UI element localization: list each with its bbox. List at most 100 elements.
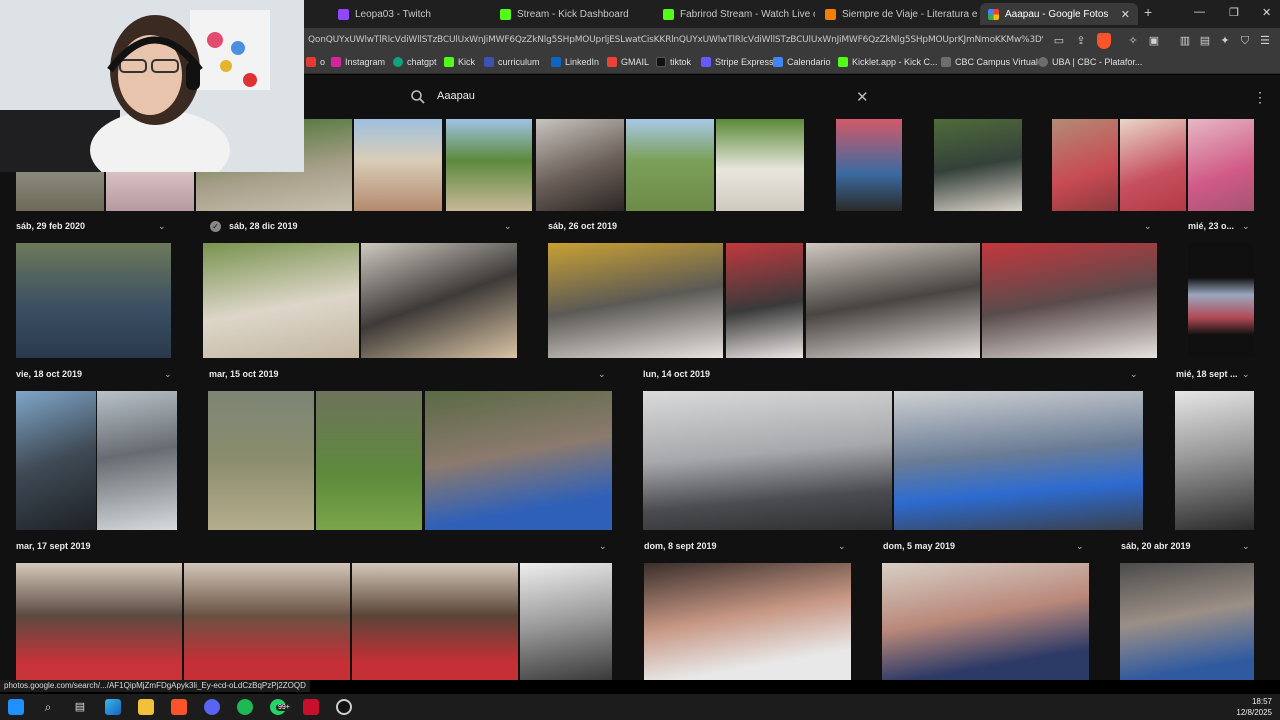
photo[interactable] — [352, 563, 518, 680]
photo[interactable] — [97, 391, 177, 530]
search-bar[interactable]: Aaapau ✕ — [400, 82, 880, 112]
bookmark-kick[interactable]: Kick — [444, 57, 475, 67]
search-query[interactable]: Aaapau — [437, 90, 475, 102]
chevron-down-icon[interactable]: ⌄ — [1242, 369, 1250, 380]
photo[interactable] — [1052, 119, 1118, 211]
chevron-down-icon[interactable]: ⌄ — [504, 221, 512, 232]
photo[interactable] — [16, 171, 104, 211]
leo-ai-icon[interactable]: ✦ — [1218, 34, 1232, 48]
chevron-down-icon[interactable]: ⌄ — [838, 541, 846, 552]
reading-list-icon[interactable]: ▤ — [1198, 34, 1212, 48]
photo[interactable] — [894, 391, 1143, 530]
bookmark-kicklet[interactable]: Kicklet.app - Kick C... — [838, 57, 938, 67]
photo[interactable] — [16, 243, 171, 358]
photo[interactable] — [548, 243, 723, 358]
photo[interactable] — [836, 119, 902, 211]
tab-blogger[interactable]: Siempre de Viaje - Literatura en p r o — [817, 3, 977, 25]
chevron-down-icon[interactable]: ⌄ — [1242, 221, 1250, 232]
app-icon[interactable] — [303, 699, 319, 715]
obs-icon[interactable] — [336, 699, 352, 715]
close-window-icon[interactable]: ✕ — [1262, 6, 1271, 19]
photo[interactable] — [1175, 391, 1254, 530]
task-view-icon[interactable]: ▤ — [72, 699, 88, 715]
tab-kick-dashboard[interactable]: Stream - Kick Dashboard — [492, 3, 652, 25]
photo[interactable] — [643, 391, 892, 530]
photo[interactable] — [626, 119, 714, 211]
brave-icon[interactable] — [171, 699, 187, 715]
photo[interactable] — [716, 119, 804, 211]
vpn-shield-icon[interactable]: ⛉ — [1238, 34, 1252, 48]
photo[interactable] — [882, 563, 1089, 680]
restore-icon[interactable]: ❐ — [1229, 6, 1239, 19]
sidebar-icon[interactable]: ▥ — [1178, 34, 1192, 48]
new-tab-icon[interactable]: + — [1144, 4, 1152, 20]
photo[interactable] — [1188, 243, 1254, 358]
bookmark-tiktok[interactable]: tiktok — [656, 57, 691, 67]
photo[interactable] — [16, 563, 182, 680]
chevron-down-icon[interactable]: ⌄ — [164, 369, 172, 380]
chevron-down-icon[interactable]: ⌄ — [1144, 221, 1152, 232]
tab-kick-stream[interactable]: Fabrirod Stream - Watch Live on Kick — [655, 3, 815, 25]
minimize-icon[interactable]: — — [1194, 6, 1205, 18]
brave-shields-icon[interactable] — [1097, 33, 1111, 49]
photo[interactable] — [208, 391, 314, 530]
bookmark-item[interactable]: o — [306, 57, 325, 67]
photo[interactable] — [644, 563, 851, 680]
extensions-icon[interactable]: ✧ — [1126, 34, 1140, 48]
more-options-icon[interactable]: ⋮ — [1253, 89, 1267, 106]
menu-icon[interactable]: ☰ — [1258, 34, 1272, 48]
photo[interactable] — [982, 243, 1157, 358]
bookmark-stripe[interactable]: Stripe Express — [701, 57, 774, 67]
clear-search-icon[interactable]: ✕ — [856, 88, 869, 106]
chevron-down-icon[interactable]: ⌄ — [1242, 541, 1250, 552]
bookmark-curriculum[interactable]: curriculum — [484, 57, 540, 67]
bookmark-linkedin[interactable]: LinkedIn — [551, 57, 599, 67]
file-explorer-icon[interactable] — [138, 699, 154, 715]
photo[interactable] — [316, 391, 422, 530]
photo[interactable] — [934, 119, 1022, 211]
date-label: mié, 18 sept ... — [1176, 369, 1238, 379]
search-icon[interactable]: ⌕ — [40, 699, 56, 715]
windows-start-icon[interactable] — [8, 699, 24, 715]
photo[interactable] — [520, 563, 612, 680]
bookmark-cbc-campus[interactable]: CBC Campus Virtual — [941, 57, 1038, 67]
bookmark-calendario[interactable]: Calendario — [773, 57, 831, 67]
spotify-icon[interactable] — [237, 699, 253, 715]
photo[interactable] — [361, 243, 517, 358]
photo[interactable] — [446, 119, 532, 211]
chevron-down-icon[interactable]: ⌄ — [598, 369, 606, 380]
chevron-down-icon[interactable]: ⌄ — [158, 221, 166, 232]
photo[interactable] — [16, 391, 96, 530]
linkedin-icon — [551, 57, 561, 67]
tab-title: Fabrirod Stream - Watch Live on Kick — [680, 8, 815, 20]
url-field[interactable]: QonQUYxUWlwTlRlcVdiWllSTzBCUlUxWnJiMWF6Q… — [308, 35, 1043, 45]
bookmark-chatgpt[interactable]: chatgpt — [393, 57, 437, 67]
photo[interactable] — [106, 171, 194, 211]
system-clock[interactable]: 18:57 12/8/2025 — [1236, 696, 1272, 718]
photo[interactable] — [1120, 563, 1254, 680]
photo[interactable] — [726, 243, 803, 358]
photo[interactable] — [425, 391, 612, 530]
chevron-down-icon[interactable]: ⌄ — [1076, 541, 1084, 552]
cast-icon[interactable]: ▭ — [1052, 34, 1066, 48]
photo[interactable] — [203, 243, 359, 358]
wallet-icon[interactable]: ▣ — [1147, 34, 1161, 48]
share-icon[interactable]: ⇪ — [1074, 34, 1088, 48]
chevron-down-icon[interactable]: ⌄ — [1130, 369, 1138, 380]
bookmark-uba-cbc[interactable]: UBA | CBC - Platafor... — [1038, 57, 1142, 67]
bookmark-instagram[interactable]: Instagram — [331, 57, 385, 67]
photo[interactable] — [1188, 119, 1254, 211]
edge-icon[interactable] — [105, 699, 121, 715]
photo[interactable] — [536, 119, 624, 211]
chevron-down-icon[interactable]: ⌄ — [599, 541, 607, 552]
photo[interactable] — [806, 243, 980, 358]
select-check-icon[interactable]: ✓ — [210, 221, 221, 232]
tab-google-photos[interactable]: Aaapau - Google Fotos ✕ — [980, 3, 1138, 25]
photo[interactable] — [184, 563, 350, 680]
bookmark-gmail[interactable]: GMAIL — [607, 57, 649, 67]
photo[interactable] — [1120, 119, 1186, 211]
photo[interactable] — [354, 119, 442, 211]
discord-icon[interactable] — [204, 699, 220, 715]
close-tab-icon[interactable]: ✕ — [1121, 8, 1130, 21]
tab-twitch[interactable]: Leopa03 - Twitch — [330, 3, 490, 25]
